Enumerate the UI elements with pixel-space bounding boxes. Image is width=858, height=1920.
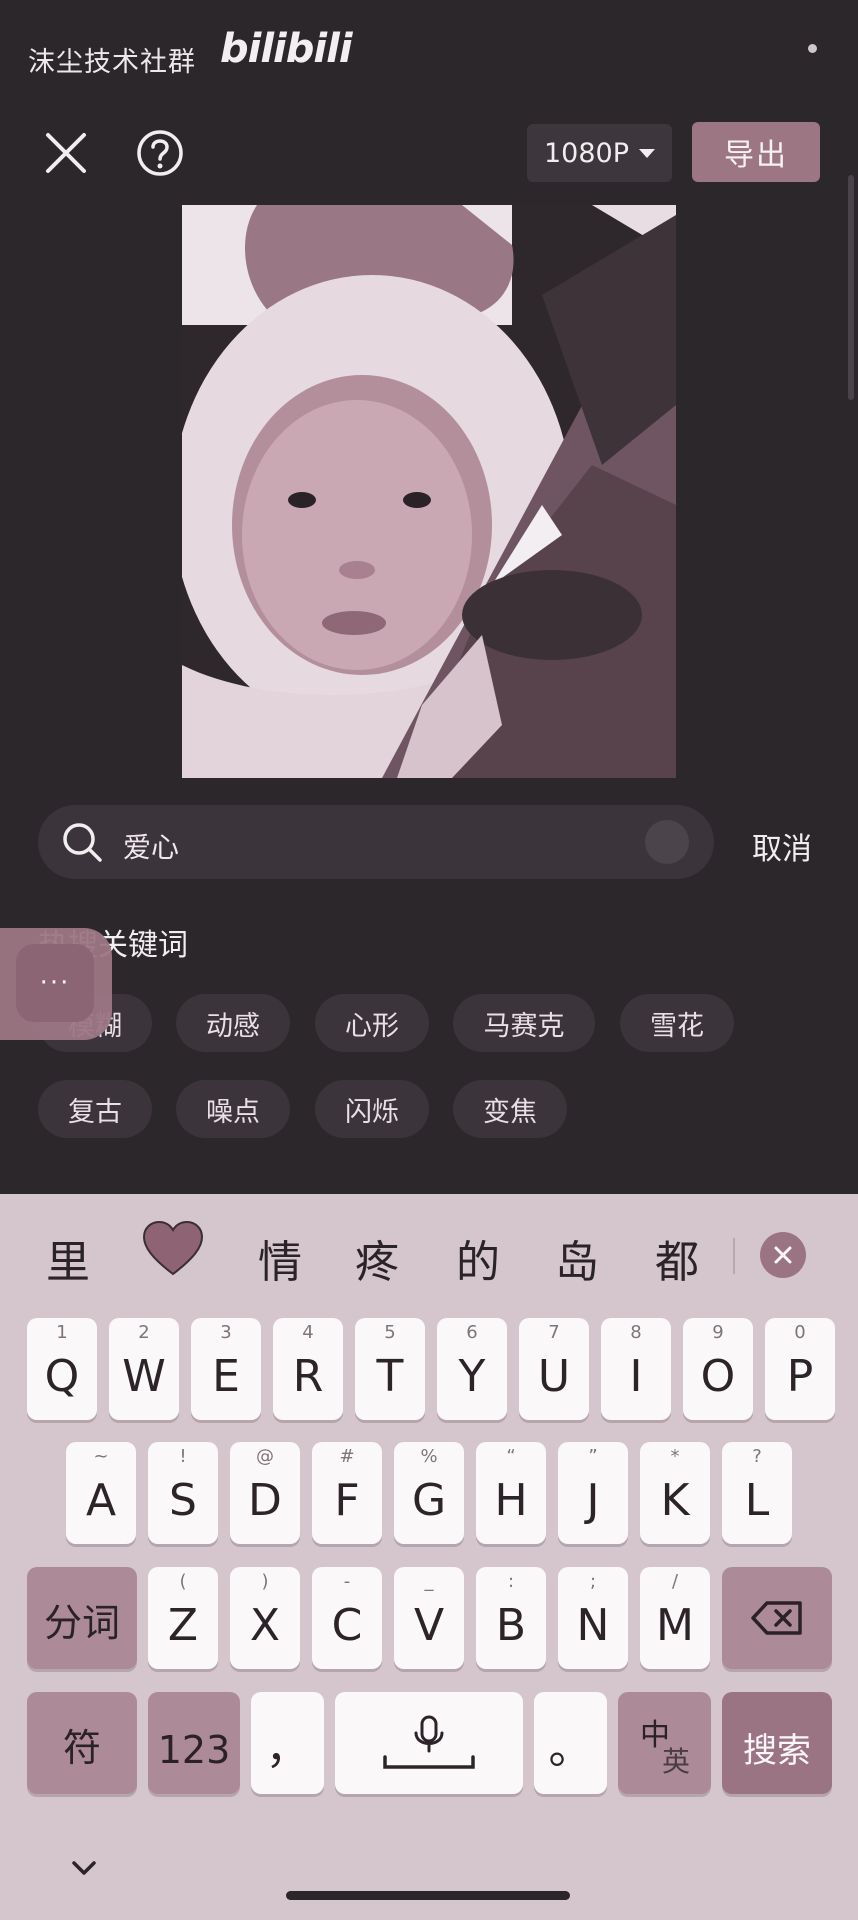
period-key[interactable]: 。 — [534, 1692, 607, 1794]
cancel-button[interactable]: 取消 — [752, 824, 812, 868]
candidate-word[interactable]: 都 — [655, 1226, 699, 1290]
key-z[interactable]: (Z — [148, 1567, 218, 1669]
clear-search-icon[interactable] — [645, 820, 689, 864]
candidate-word[interactable]: 岛 — [555, 1226, 599, 1290]
candidate-word[interactable]: 情 — [258, 1226, 302, 1290]
key-u[interactable]: 7U — [519, 1318, 589, 1420]
key-o[interactable]: 9O — [683, 1318, 753, 1420]
chevron-down-icon[interactable] — [70, 1854, 98, 1882]
close-button[interactable] — [38, 125, 93, 180]
keyword-chip[interactable]: 闪烁 — [315, 1080, 429, 1138]
more-icon[interactable]: ··· — [16, 944, 94, 1022]
key-r[interactable]: 4R — [273, 1318, 343, 1420]
resolution-dropdown[interactable]: 1080P — [527, 124, 672, 182]
heart-candidate-icon[interactable] — [142, 1220, 204, 1278]
key-a[interactable]: ~ A — [66, 1442, 136, 1544]
key-f[interactable]: # F — [312, 1442, 382, 1544]
help-button[interactable] — [132, 125, 188, 181]
video-preview[interactable] — [182, 205, 676, 778]
key-s[interactable]: ! S — [148, 1442, 218, 1544]
keyword-chip[interactable]: 动感 — [176, 994, 290, 1052]
keyword-chip[interactable]: 雪花 — [620, 994, 734, 1052]
resolution-label: 1080P — [544, 137, 629, 169]
export-button[interactable]: 导出 — [692, 122, 820, 182]
close-candidates-button[interactable] — [760, 1232, 806, 1278]
numbers-key[interactable]: 123 — [148, 1692, 240, 1794]
watermark-text: 沫尘技术社群 — [28, 47, 196, 78]
key-p[interactable]: 0P — [765, 1318, 835, 1420]
language-switch-key[interactable]: 中 英 — [618, 1692, 711, 1794]
key-v[interactable]: _ V — [394, 1567, 464, 1669]
key-w[interactable]: 2W — [109, 1318, 179, 1420]
home-indicator[interactable] — [286, 1891, 570, 1900]
search-key[interactable]: 搜索 — [722, 1692, 832, 1794]
lang-en-label: 英 — [662, 1745, 691, 1778]
key-k[interactable]: * K — [640, 1442, 710, 1544]
space-key[interactable] — [335, 1692, 523, 1794]
close-icon — [45, 132, 86, 173]
key-h[interactable]: “H — [476, 1442, 546, 1544]
close-icon — [774, 1246, 792, 1264]
candidate-word[interactable]: 的 — [456, 1226, 500, 1290]
keyword-chip[interactable]: 心形 — [315, 994, 429, 1052]
help-icon — [137, 130, 183, 176]
scroll-indicator — [848, 175, 854, 400]
candidate-word[interactable]: 里 — [46, 1226, 90, 1290]
key-l[interactable]: ? L — [722, 1442, 792, 1544]
keyword-chip[interactable]: 噪点 — [176, 1080, 290, 1138]
key-m[interactable]: / M — [640, 1567, 710, 1669]
search-icon — [63, 823, 102, 862]
key-i[interactable]: 8I — [601, 1318, 671, 1420]
candidate-word[interactable]: 疼 — [355, 1226, 399, 1290]
key-b[interactable]: :B — [476, 1567, 546, 1669]
bilibili-logo: bilibili — [220, 26, 353, 72]
key-g[interactable]: % G — [394, 1442, 464, 1544]
caret-down-icon — [639, 148, 655, 158]
key-x[interactable]: ) X — [230, 1567, 300, 1669]
comma-key[interactable]: ， — [251, 1692, 324, 1794]
keyword-chip[interactable]: 复古 — [38, 1080, 152, 1138]
candidate-divider — [733, 1238, 735, 1274]
search-input[interactable]: 爱心 — [123, 826, 179, 866]
key-d[interactable]: @ D — [230, 1442, 300, 1544]
key-q[interactable]: 1Q — [27, 1318, 97, 1420]
preview-image — [182, 205, 676, 778]
key-c[interactable]: -C — [312, 1567, 382, 1669]
keyboard — [0, 1194, 858, 1920]
symbol-key[interactable]: 符 — [27, 1692, 137, 1794]
keyword-chip[interactable]: 马赛克 — [453, 994, 595, 1052]
keyword-chip[interactable]: 变焦 — [453, 1080, 567, 1138]
segment-key[interactable]: 分词 — [27, 1567, 137, 1669]
microphone-icon — [383, 1715, 475, 1769]
status-dot — [808, 44, 817, 53]
key-t[interactable]: 5T — [355, 1318, 425, 1420]
key-j[interactable]: ” J — [558, 1442, 628, 1544]
key-y[interactable]: 6Y — [437, 1318, 507, 1420]
key-e[interactable]: 3E — [191, 1318, 261, 1420]
backspace-key[interactable] — [722, 1567, 832, 1669]
backspace-icon — [751, 1601, 802, 1635]
key-n[interactable]: ; N — [558, 1567, 628, 1669]
